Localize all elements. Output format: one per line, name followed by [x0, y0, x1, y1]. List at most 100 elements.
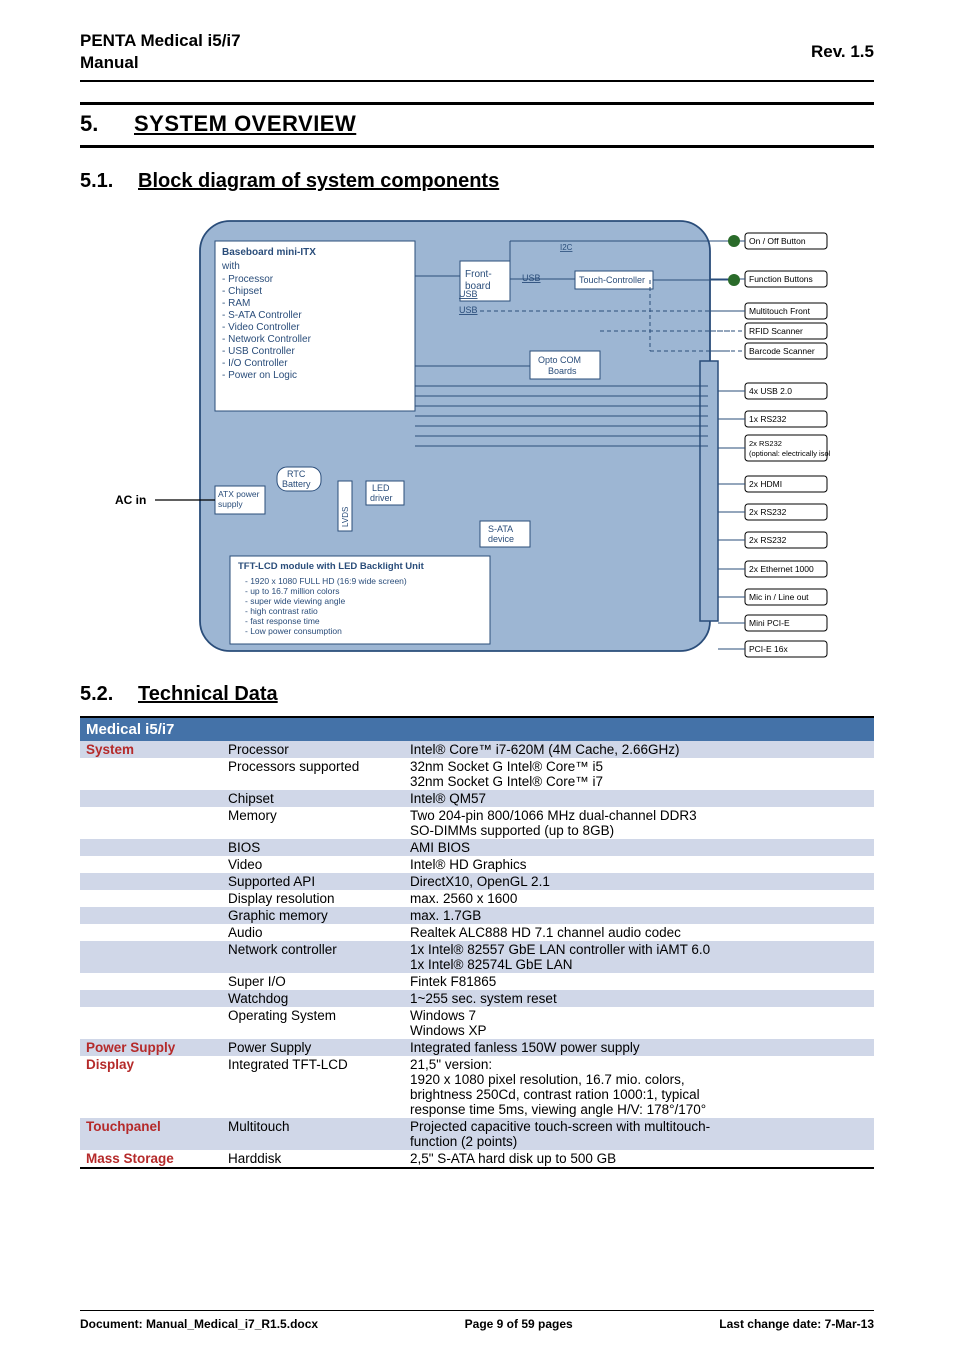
row-category — [80, 973, 222, 990]
row-value: 1x Intel® 82557 GbE LAN controller with … — [404, 941, 874, 973]
row-label: Display resolution — [222, 890, 404, 907]
row-label: Watchdog — [222, 990, 404, 1007]
table-row: Supported APIDirectX10, OpenGL 2.1 — [80, 873, 874, 890]
svg-text:PCI-E 16x: PCI-E 16x — [749, 644, 788, 654]
svg-text:Multitouch Front: Multitouch Front — [749, 306, 811, 316]
row-label: Integrated TFT-LCD — [222, 1056, 404, 1118]
row-category — [80, 873, 222, 890]
row-category — [80, 1007, 222, 1039]
svg-text:- high contrast ratio: - high contrast ratio — [245, 606, 318, 616]
row-value: 2,5" S-ATA hard disk up to 500 GB — [404, 1150, 874, 1168]
page-footer: Document: Manual_Medical_i7_R1.5.docx Pa… — [80, 1310, 874, 1331]
svg-text:Baseboard mini-ITX: Baseboard mini-ITX — [222, 247, 316, 258]
svg-text:Barcode Scanner: Barcode Scanner — [749, 346, 815, 356]
row-label: Chipset — [222, 790, 404, 807]
svg-text:AC in: AC in — [115, 493, 146, 507]
row-label: Video — [222, 856, 404, 873]
svg-text:I2C: I2C — [560, 243, 573, 252]
header-title-1: PENTA Medical i5/i7 — [80, 31, 241, 50]
svg-text:- Processor: - Processor — [222, 274, 274, 285]
row-value: max. 2560 x 1600 — [404, 890, 874, 907]
header-title-2: Manual — [80, 53, 139, 72]
table-row: DisplayIntegrated TFT-LCD21,5" version:1… — [80, 1056, 874, 1118]
svg-text:- Network Controller: - Network Controller — [222, 334, 312, 345]
svg-text:USB: USB — [459, 305, 478, 315]
header-rev: Rev. 1.5 — [811, 42, 874, 62]
row-category — [80, 990, 222, 1007]
svg-text:- 1920 x 1080 FULL HD (16:9 wi: - 1920 x 1080 FULL HD (16:9 wide screen) — [245, 576, 407, 586]
sub1-title: Block diagram of system components — [138, 170, 499, 193]
table-row: ChipsetIntel® QM57 — [80, 790, 874, 807]
table-row: Super I/OFintek F81865 — [80, 973, 874, 990]
svg-text:- fast response time: - fast response time — [245, 616, 320, 626]
row-value: Projected capacitive touch-screen with m… — [404, 1118, 874, 1150]
row-value: 21,5" version:1920 x 1080 pixel resoluti… — [404, 1056, 874, 1118]
svg-text:with: with — [221, 261, 240, 272]
row-label: Processor — [222, 741, 404, 758]
row-label: Network controller — [222, 941, 404, 973]
svg-text:(optional: electrically isolat: (optional: electrically isolated) — [749, 449, 830, 458]
row-category — [80, 758, 222, 790]
svg-text:2x RS232: 2x RS232 — [749, 535, 787, 545]
svg-text:S-ATA: S-ATA — [488, 524, 513, 534]
row-category: Power Supply — [80, 1039, 222, 1056]
row-category: System — [80, 741, 222, 758]
row-label: BIOS — [222, 839, 404, 856]
row-value: Fintek F81865 — [404, 973, 874, 990]
row-label: Operating System — [222, 1007, 404, 1039]
row-label: Multitouch — [222, 1118, 404, 1150]
row-value: Two 204-pin 800/1066 MHz dual-channel DD… — [404, 807, 874, 839]
svg-text:- Chipset: - Chipset — [222, 286, 262, 297]
row-category — [80, 790, 222, 807]
row-label: Power Supply — [222, 1039, 404, 1056]
table-row: Watchdog1~255 sec. system reset — [80, 990, 874, 1007]
svg-text:Front-: Front- — [465, 269, 492, 280]
svg-text:USB: USB — [459, 289, 478, 299]
table-row: Graphic memorymax. 1.7GB — [80, 907, 874, 924]
sub1-num: 5.1. — [80, 170, 124, 193]
row-value: Windows 7Windows XP — [404, 1007, 874, 1039]
table-row: VideoIntel® HD Graphics — [80, 856, 874, 873]
page-header: PENTA Medical i5/i7 Manual Rev. 1.5 — [80, 30, 874, 82]
table-row: TouchpanelMultitouchProjected capacitive… — [80, 1118, 874, 1150]
row-label: Harddisk — [222, 1150, 404, 1168]
sub2-title: Technical Data — [138, 683, 278, 706]
table-row: BIOSAMI BIOS — [80, 839, 874, 856]
table-row: MemoryTwo 204-pin 800/1066 MHz dual-chan… — [80, 807, 874, 839]
row-value: Realtek ALC888 HD 7.1 channel audio code… — [404, 924, 874, 941]
row-label: Supported API — [222, 873, 404, 890]
table-row: Mass StorageHarddisk2,5" S-ATA hard disk… — [80, 1150, 874, 1168]
svg-text:LVDS: LVDS — [341, 507, 350, 527]
section-heading: 5. SYSTEM OVERVIEW — [80, 105, 874, 141]
table-row: Display resolutionmax. 2560 x 1600 — [80, 890, 874, 907]
section-title: SYSTEM OVERVIEW — [134, 111, 356, 137]
svg-text:1x RS232: 1x RS232 — [749, 414, 787, 424]
row-category — [80, 856, 222, 873]
row-category — [80, 907, 222, 924]
row-value: DirectX10, OpenGL 2.1 — [404, 873, 874, 890]
svg-text:2x Ethernet 1000: 2x Ethernet 1000 — [749, 564, 814, 574]
svg-text:Battery: Battery — [282, 479, 311, 489]
row-value: 1~255 sec. system reset — [404, 990, 874, 1007]
row-value: max. 1.7GB — [404, 907, 874, 924]
svg-text:USB: USB — [522, 273, 541, 283]
table-row: AudioRealtek ALC888 HD 7.1 channel audio… — [80, 924, 874, 941]
svg-text:TFT-LCD module with LED Backli: TFT-LCD module with LED Backlight Unit — [238, 561, 425, 572]
svg-text:2x RS232: 2x RS232 — [749, 507, 787, 517]
svg-text:driver: driver — [370, 493, 393, 503]
row-label: Graphic memory — [222, 907, 404, 924]
svg-text:ATX power: ATX power — [218, 489, 260, 499]
row-label: Processors supported — [222, 758, 404, 790]
table-row: Operating SystemWindows 7Windows XP — [80, 1007, 874, 1039]
svg-text:Boards: Boards — [548, 366, 577, 376]
row-category: Display — [80, 1056, 222, 1118]
svg-text:Mic in / Line out: Mic in / Line out — [749, 592, 809, 602]
subsection-5-2: 5.2. Technical Data — [80, 683, 874, 706]
row-category: Mass Storage — [80, 1150, 222, 1168]
row-category — [80, 839, 222, 856]
row-category: Touchpanel — [80, 1118, 222, 1150]
table-row: SystemProcessorIntel® Core™ i7-620M (4M … — [80, 741, 874, 758]
svg-text:- USB Controller: - USB Controller — [222, 346, 295, 357]
row-label: Memory — [222, 807, 404, 839]
footer-date: Last change date: 7-Mar-13 — [719, 1317, 874, 1331]
